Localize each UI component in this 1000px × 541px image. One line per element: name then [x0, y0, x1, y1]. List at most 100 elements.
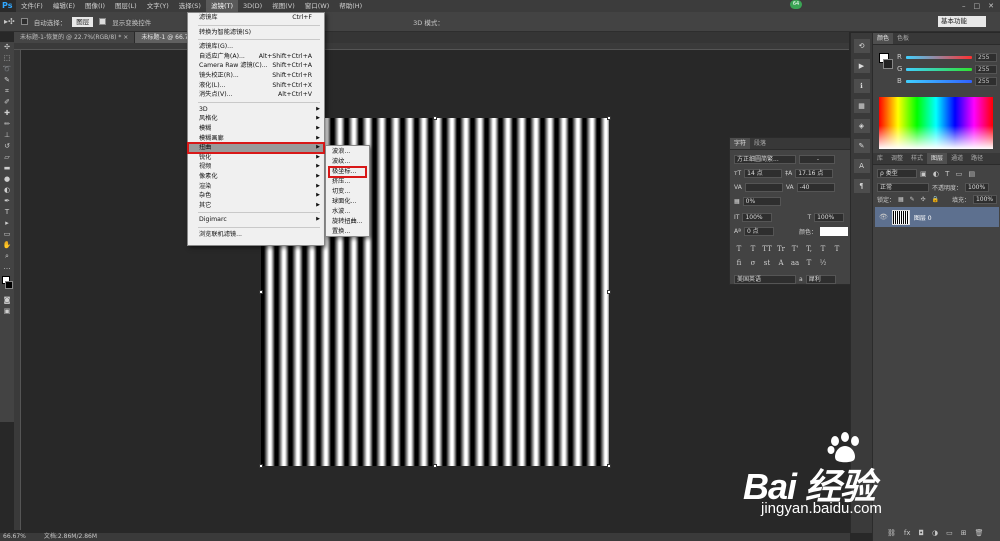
distort-submenu-item[interactable]: 波浪... — [326, 147, 369, 157]
quick-mask-icon[interactable]: ◙ — [0, 295, 14, 306]
dodge-icon[interactable]: ◐ — [0, 185, 14, 196]
crop-icon[interactable]: ⌗ — [0, 86, 14, 97]
fx-icon[interactable]: fx — [904, 529, 911, 537]
path-select-icon[interactable]: ▸ — [0, 218, 14, 229]
history-brush-icon[interactable]: ↺ — [0, 141, 14, 152]
transform-handle[interactable] — [433, 116, 437, 120]
group-icon[interactable]: ▭ — [946, 529, 953, 537]
info-icon[interactable]: ℹ — [853, 79, 870, 93]
screen-mode-icon[interactable]: ▣ — [0, 306, 14, 317]
filter-menu-item[interactable]: 液化(L)... Shift+Ctrl+X — [188, 81, 324, 91]
channel-value-field[interactable]: 255 — [975, 52, 997, 62]
channel-value-field[interactable]: 255 — [975, 64, 997, 74]
distort-submenu-item[interactable]: 旋转扭曲... — [326, 217, 369, 227]
filter-menu-item[interactable]: 浏览联机滤镜... — [188, 230, 324, 240]
filter-menu-item[interactable]: 像素化 ▶ — [188, 172, 324, 182]
lasso-icon[interactable]: ➰ — [0, 64, 14, 75]
filter-menu-item[interactable]: 消失点(V)... Alt+Ctrl+V — [188, 90, 324, 100]
channel-value-field[interactable]: 255 — [975, 76, 997, 86]
distort-submenu-item[interactable]: 球面化... — [326, 197, 369, 207]
baseline-field[interactable]: 0 点 — [743, 226, 774, 236]
workspace-dropdown[interactable]: 基本功能 — [938, 16, 986, 27]
filter-menu-item[interactable]: 锐化 ▶ — [188, 153, 324, 163]
vert-scale-field[interactable]: 100% — [742, 212, 773, 222]
paragraph-icon[interactable]: ¶ — [853, 179, 870, 193]
menu-item[interactable]: 选择(S) — [174, 0, 206, 12]
horiz-scale-field[interactable]: 100% — [814, 212, 845, 222]
zoom-level[interactable]: 66.67% — [3, 533, 26, 541]
layer-row[interactable]: 👁 图层 0 — [875, 207, 999, 227]
transform-handle[interactable] — [259, 290, 263, 294]
healing-icon[interactable]: ✚ — [0, 108, 14, 119]
menu-item[interactable]: 编辑(E) — [48, 0, 80, 12]
navigator-icon[interactable]: ◈ — [853, 119, 870, 133]
minimize-icon[interactable]: – — [962, 0, 966, 12]
quick-select-icon[interactable]: ✎ — [0, 75, 14, 86]
menu-item[interactable]: 窗口(W) — [300, 0, 335, 12]
distort-submenu-item[interactable]: 切变... — [326, 187, 369, 197]
type-icon[interactable]: T — [0, 207, 14, 218]
brush-preset-icon[interactable]: ✎ — [853, 139, 870, 153]
panel-tab[interactable]: 通道 — [947, 153, 967, 164]
tab-paragraph[interactable]: 段落 — [750, 138, 770, 149]
stamp-icon[interactable]: ⊥ — [0, 130, 14, 141]
filter-menu-item[interactable]: 镜头校正(R)... Shift+Ctrl+R — [188, 71, 324, 81]
menu-item[interactable]: 帮助(H) — [334, 0, 367, 12]
maximize-icon[interactable]: □ — [974, 0, 981, 12]
actions-icon[interactable]: ▶ — [853, 59, 870, 73]
text-style-button[interactable]: T — [818, 245, 828, 253]
filter-menu-item[interactable]: 其它 ▶ — [188, 201, 324, 211]
text-style-button[interactable]: T' — [790, 245, 800, 253]
tab-color[interactable]: 颜色 — [873, 33, 894, 44]
tsume-field[interactable]: 0% — [742, 196, 781, 206]
tracking-field[interactable]: -40 — [796, 182, 835, 192]
ordinal-icon[interactable]: aa — [790, 259, 800, 267]
eraser-icon[interactable]: ▱ — [0, 152, 14, 163]
menu-item[interactable]: 图层(L) — [110, 0, 142, 12]
text-style-button[interactable]: T — [734, 245, 744, 253]
leading-field[interactable]: 17.16 点 — [795, 168, 834, 178]
titling-icon[interactable]: T — [804, 259, 814, 267]
stylistic-icon[interactable]: st — [762, 259, 772, 267]
swash-icon[interactable]: A — [776, 259, 786, 267]
filter-menu-item[interactable]: Digimarc ▶ — [188, 215, 324, 225]
filter-menu-item[interactable]: 3D ▶ — [188, 105, 324, 115]
distort-submenu-item[interactable]: 挤压... — [326, 177, 369, 187]
tab-doc-recovered[interactable]: 未标题-1-恢复的 @ 22.7%(RGB/8) * × — [14, 32, 136, 43]
text-style-button[interactable]: T — [832, 245, 842, 253]
ligature-icon[interactable]: ﬁ — [734, 259, 744, 267]
filter-menu-item[interactable]: 转换为智能滤镜(S) — [188, 28, 324, 38]
color-spectrum[interactable] — [879, 97, 993, 149]
distort-submenu-item[interactable]: 水波... — [326, 207, 369, 217]
type-panel-icon[interactable]: A — [853, 159, 870, 173]
user-badge[interactable]: 64 — [790, 0, 802, 9]
text-color-swatch[interactable] — [819, 226, 848, 236]
bg-color-chip[interactable] — [883, 59, 893, 69]
move-icon[interactable]: ✣ — [0, 42, 14, 53]
filter-menu-item[interactable]: 滤镜库(G)... — [188, 42, 324, 52]
transform-handle[interactable] — [433, 464, 437, 468]
opacity-field[interactable]: 100% — [965, 183, 990, 192]
menu-item[interactable]: 图像(I) — [80, 0, 110, 12]
panel-tab[interactable]: 路径 — [967, 153, 987, 164]
text-style-button[interactable]: T — [748, 245, 758, 253]
color-swatches[interactable] — [0, 273, 14, 295]
eyedropper-icon[interactable]: ✐ — [0, 97, 14, 108]
filter-menu-item[interactable]: 扭曲 ▶ — [187, 142, 325, 154]
font-size-field[interactable]: 14 点 — [744, 168, 783, 178]
menu-item[interactable]: 视图(V) — [267, 0, 300, 12]
history-icon[interactable]: ⟲ — [853, 39, 870, 53]
ornament-icon[interactable]: σ — [748, 259, 758, 267]
transform-handle[interactable] — [607, 116, 611, 120]
move-tool-icon[interactable]: ▸✣ — [4, 17, 15, 26]
filter-menu-item[interactable]: Camera Raw 滤镜(C)... Shift+Ctrl+A — [188, 61, 324, 71]
trash-icon[interactable]: 🗑 — [975, 529, 984, 537]
layer-name[interactable]: 图层 0 — [914, 213, 932, 222]
filter-menu-item[interactable]: 渲染 ▶ — [188, 182, 324, 192]
pen-icon[interactable]: ✒ — [0, 196, 14, 207]
fill-field[interactable]: 100% — [972, 195, 997, 204]
show-transform-checkbox[interactable] — [99, 18, 107, 25]
brush-icon[interactable]: ✏ — [0, 119, 14, 130]
new-layer-icon[interactable]: ⊞ — [961, 529, 967, 537]
marquee-icon[interactable]: ⬚ — [0, 53, 14, 64]
